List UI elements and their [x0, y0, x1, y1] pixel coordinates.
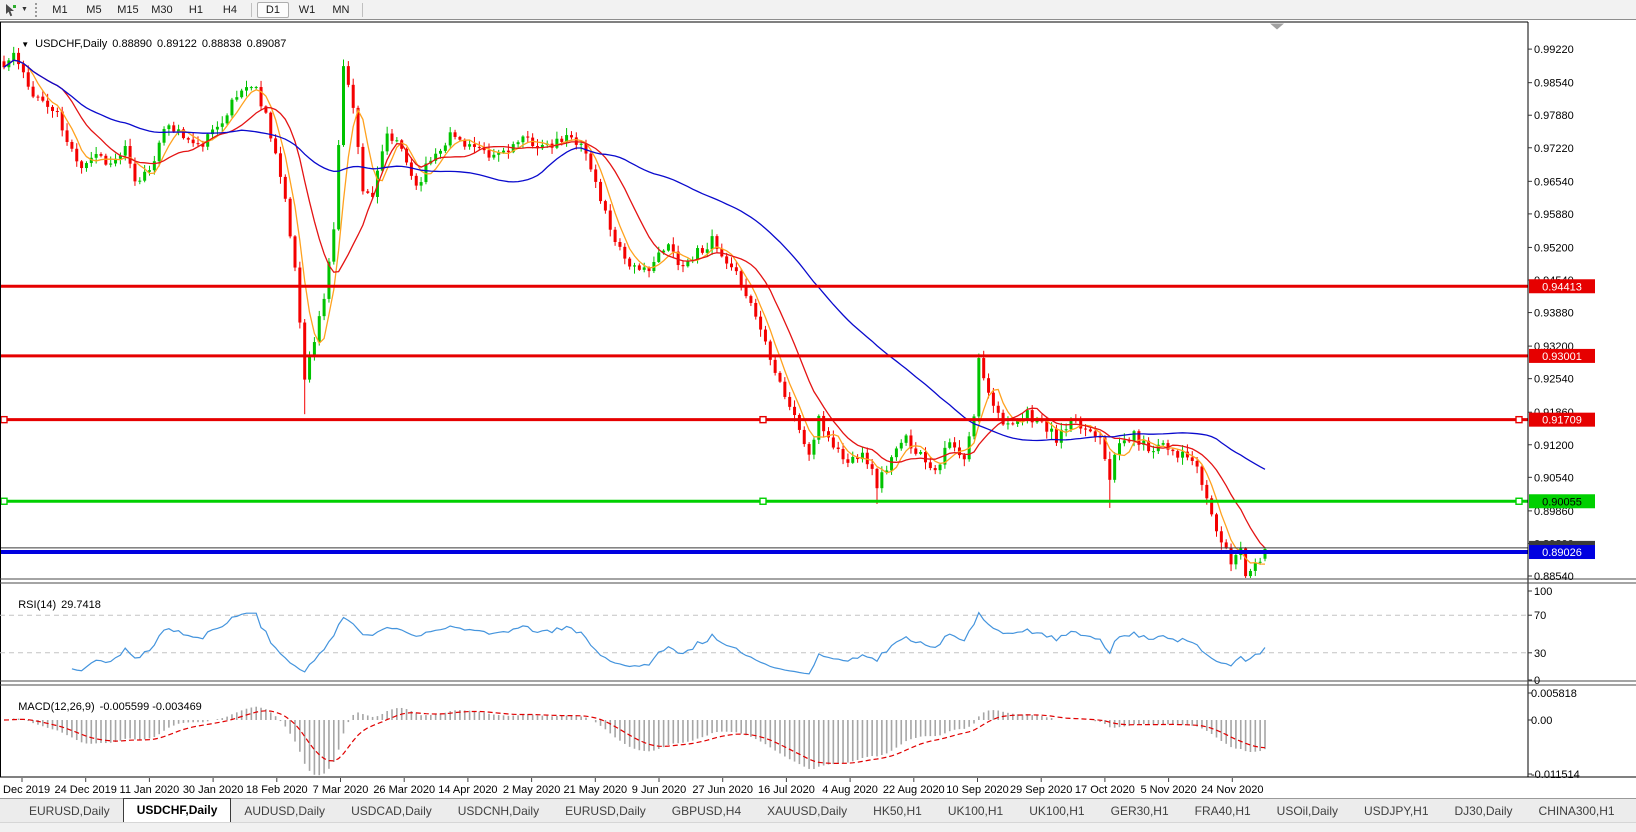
svg-text:0.88540: 0.88540	[1534, 571, 1574, 583]
svg-text:16 Jul 2020: 16 Jul 2020	[758, 784, 815, 796]
svg-text:100: 100	[1534, 586, 1552, 598]
tool-dropdown-caret-icon[interactable]: ▼	[19, 6, 33, 13]
chart-tab-usdchf-daily[interactable]: USDCHF,Daily	[123, 798, 232, 822]
svg-text:0.96540: 0.96540	[1534, 176, 1574, 188]
chart-tab-ger30-h1[interactable]: GER30,H1	[1098, 801, 1182, 822]
chart-symbol-label: USDCHF,Daily	[35, 38, 107, 50]
chart-tab-hk50-h1[interactable]: HK50,H1	[860, 801, 935, 822]
chart-collapse-icon[interactable]: ▼	[21, 40, 29, 49]
timeframe-mn-button[interactable]: MN	[325, 2, 357, 18]
svg-text:22 Aug 2020: 22 Aug 2020	[883, 784, 945, 796]
chart-tab-uk100-h1[interactable]: UK100,H1	[935, 801, 1016, 822]
svg-text:-0.011514: -0.011514	[1531, 769, 1580, 781]
chart-tab-eurusd-daily[interactable]: EURUSD,Daily	[16, 801, 123, 822]
svg-text:0.92540: 0.92540	[1534, 374, 1574, 386]
svg-text:0.94413: 0.94413	[1542, 281, 1582, 293]
svg-text:2 May 2020: 2 May 2020	[503, 784, 560, 796]
ohlc-low: 0.88838	[202, 38, 242, 50]
chart-tab-usdcad-daily[interactable]: USDCAD,Daily	[338, 801, 445, 822]
chart-tab-usdcnh-daily[interactable]: USDCNH,Daily	[445, 801, 552, 822]
svg-text:0.97880: 0.97880	[1534, 110, 1574, 122]
svg-text:18 Feb 2020: 18 Feb 2020	[246, 784, 308, 796]
svg-text:0.90540: 0.90540	[1534, 472, 1574, 484]
ohlc-open: 0.88890	[112, 38, 152, 50]
chart-tab-xauusd-daily[interactable]: XAUUSD,Daily	[754, 801, 860, 822]
svg-text:0.97220: 0.97220	[1534, 143, 1574, 155]
footer-strip	[0, 822, 1636, 832]
svg-text:30: 30	[1534, 648, 1546, 660]
svg-text:11 Jan 2020: 11 Jan 2020	[120, 784, 180, 796]
svg-text:0.93001: 0.93001	[1542, 351, 1582, 363]
macd-label: MACD(12,26,9) -0.005599 -0.003469	[6, 689, 207, 725]
chart-tab-china300-h1[interactable]: CHINA300,H1	[1526, 801, 1628, 822]
timeframe-w1-button[interactable]: W1	[291, 2, 323, 18]
rsi-indicator-name: RSI(14)	[18, 599, 56, 611]
ohlc-high: 0.89122	[157, 38, 197, 50]
svg-text:10 Sep 2020: 10 Sep 2020	[946, 784, 1008, 796]
svg-text:21 May 2020: 21 May 2020	[563, 784, 627, 796]
svg-text:0.00: 0.00	[1531, 715, 1552, 727]
chart-tab-usoil-daily[interactable]: USOil,Daily	[1264, 801, 1351, 822]
svg-text:0.99220: 0.99220	[1534, 44, 1574, 56]
timeframe-buttons: M1M5M15M30H1H4 D1W1MN	[43, 2, 367, 18]
svg-text:0.005818: 0.005818	[1531, 688, 1577, 700]
cursor-arrow-glyph	[4, 3, 18, 17]
svg-text:27 Jun 2020: 27 Jun 2020	[692, 784, 753, 796]
rsi-label: RSI(14) 29.7418	[6, 587, 106, 623]
macd-indicator-values: -0.005599 -0.003469	[100, 701, 202, 713]
chart-tab-dj30-daily[interactable]: DJ30,Daily	[1442, 801, 1526, 822]
timeframe-toolbar: ▼ M1M5M15M30H1H4 D1W1MN	[0, 0, 1636, 20]
chart-title: ▼ USDCHF,Daily 0.88890 0.89122 0.88838 0.8908…	[9, 26, 291, 62]
svg-text:0.90055: 0.90055	[1542, 496, 1582, 508]
chart-tab-usdjpy-h1[interactable]: USDJPY,H1	[1351, 801, 1441, 822]
timeframe-h1-button[interactable]: H1	[180, 2, 212, 18]
chart-tab-usoil-h[interactable]: USOil,H	[1628, 801, 1636, 822]
svg-text:24 Nov 2020: 24 Nov 2020	[1201, 784, 1263, 796]
cursor-tool-icon[interactable]	[3, 2, 19, 18]
svg-text:14 Apr 2020: 14 Apr 2020	[438, 784, 497, 796]
svg-text:0.91709: 0.91709	[1542, 415, 1582, 427]
chart-tab-fra40-h1[interactable]: FRA40,H1	[1182, 801, 1264, 822]
svg-text:0.95200: 0.95200	[1534, 242, 1574, 254]
chart-tab-uk100-h1[interactable]: UK100,H1	[1016, 801, 1097, 822]
svg-text:0.98540: 0.98540	[1534, 78, 1574, 90]
svg-text:0: 0	[1534, 675, 1540, 687]
toolbar-separator	[362, 3, 363, 17]
timeframe-m1-button[interactable]: M1	[44, 2, 76, 18]
svg-text:7 Mar 2020: 7 Mar 2020	[313, 784, 369, 796]
svg-text:0.93880: 0.93880	[1534, 308, 1574, 320]
svg-text:5 Nov 2020: 5 Nov 2020	[1140, 784, 1196, 796]
svg-text:30 Jan 2020: 30 Jan 2020	[183, 784, 244, 796]
svg-text:5 Dec 2019: 5 Dec 2019	[0, 784, 50, 796]
chart-tab-gbpusd-h4[interactable]: GBPUSD,H4	[659, 801, 754, 822]
svg-text:0.91200: 0.91200	[1534, 440, 1574, 452]
toolbar-grip[interactable]	[35, 3, 37, 17]
rsi-indicator-value: 29.7418	[61, 599, 101, 611]
svg-text:4 Aug 2020: 4 Aug 2020	[822, 784, 878, 796]
ohlc-close: 0.89087	[247, 38, 287, 50]
mt4-window: ▼ M1M5M15M30H1H4D1W1MN 0.992200.985400.9…	[0, 0, 1636, 832]
chart-tab-bar: EURUSD,DailyUSDCHF,DailyAUDUSD,DailyUSDC…	[0, 798, 1636, 822]
timeframe-m30-button[interactable]: M30	[146, 2, 178, 18]
chart-canvas[interactable]: 0.99220 0.98540 0.97880 0.97220 0.96540 0.958…	[0, 21, 1636, 798]
svg-text:9 Jun 2020: 9 Jun 2020	[632, 784, 686, 796]
svg-text:0.95880: 0.95880	[1534, 209, 1574, 221]
chart-tab-audusd-daily[interactable]: AUDUSD,Daily	[231, 801, 338, 822]
chart-tab-eurusd-daily[interactable]: EURUSD,Daily	[552, 801, 659, 822]
svg-text:0.89026: 0.89026	[1542, 547, 1582, 559]
svg-text:70: 70	[1534, 610, 1546, 622]
timeframe-d1-button[interactable]: D1	[257, 2, 289, 18]
svg-text:17 Oct 2020: 17 Oct 2020	[1075, 784, 1135, 796]
svg-text:24 Dec 2019: 24 Dec 2019	[55, 784, 117, 796]
macd-indicator-name: MACD(12,26,9)	[18, 701, 94, 713]
timeframe-m5-button[interactable]: M5	[78, 2, 110, 18]
toolbar-separator	[251, 3, 252, 17]
timeframe-m15-button[interactable]: M15	[112, 2, 144, 18]
svg-text:29 Sep 2020: 29 Sep 2020	[1010, 784, 1072, 796]
svg-text:26 Mar 2020: 26 Mar 2020	[373, 784, 435, 796]
timeframe-h4-button[interactable]: H4	[214, 2, 246, 18]
